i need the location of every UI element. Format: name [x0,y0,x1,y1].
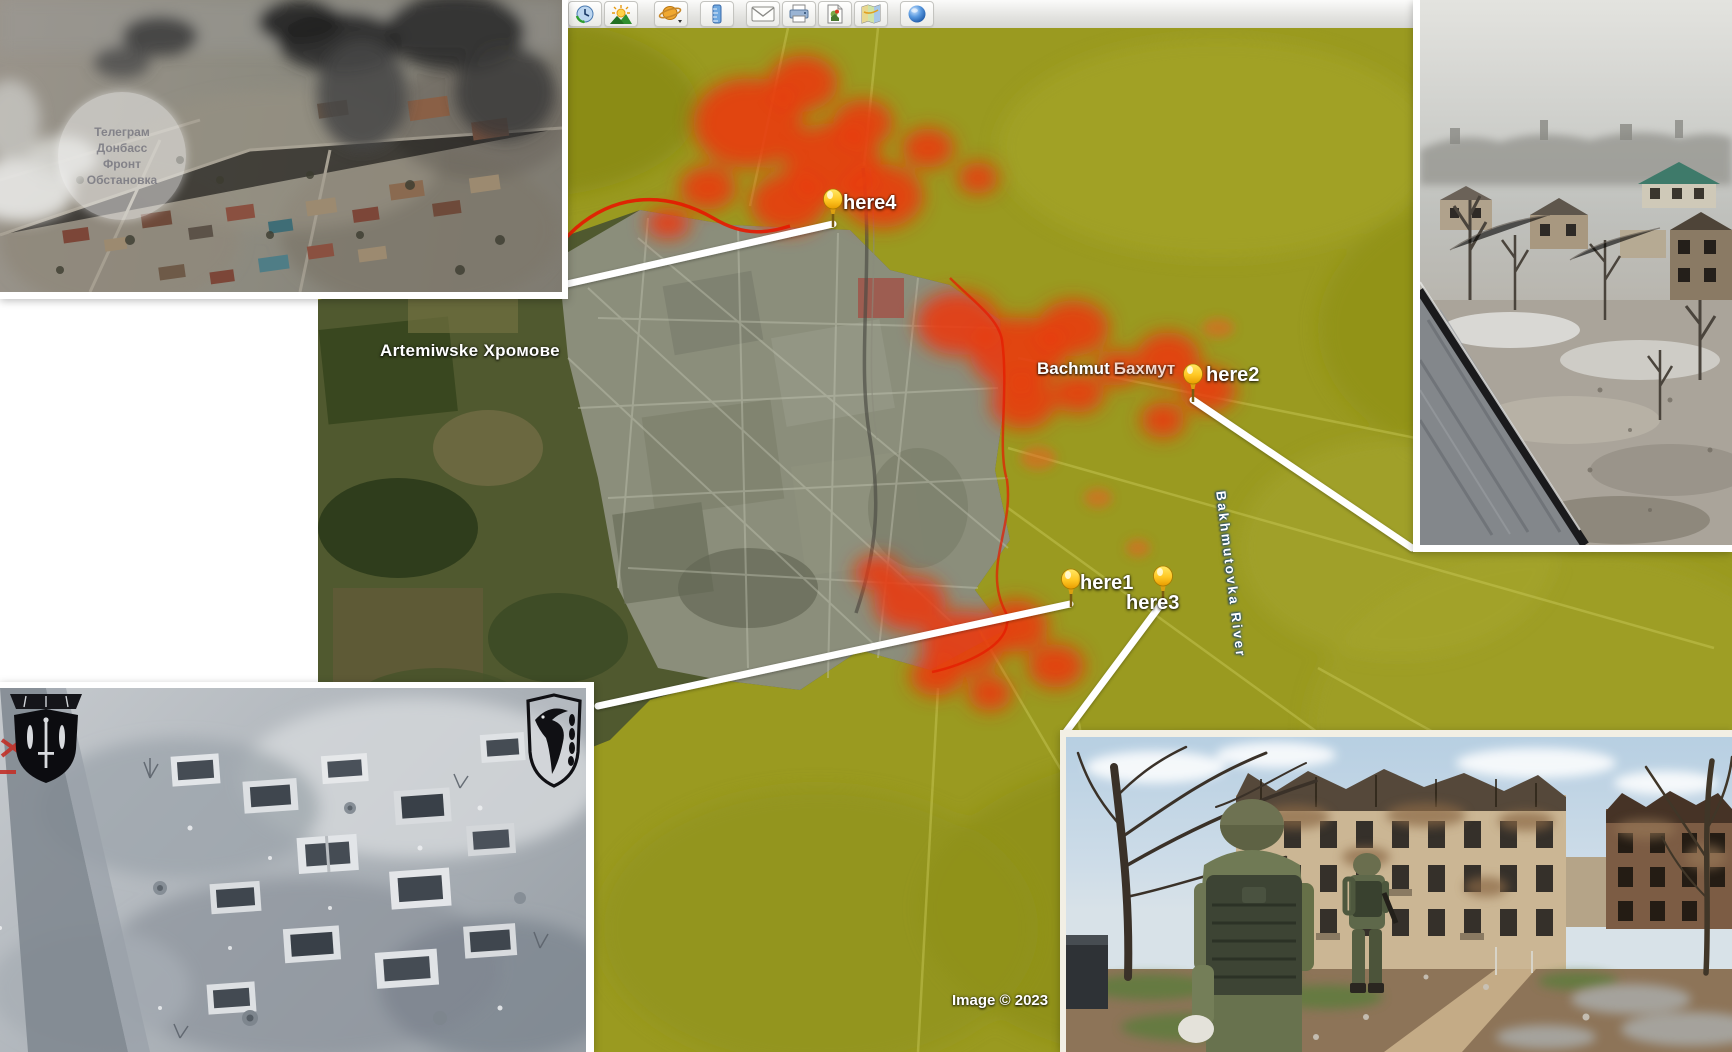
watermark-line: Донбасс [97,140,148,156]
historical-imagery-button[interactable] [568,1,602,27]
pushpin-here2[interactable] [1180,362,1206,404]
ruler-button[interactable] [700,1,734,27]
planets-icon [658,4,684,24]
photo-aerial-city-smoke: Телеграм Донбасс Фронт Обстановка [0,0,568,299]
military-emblem-sword-shield-icon [6,692,86,784]
city-name-ua: Бахмут [1114,359,1175,378]
city-name-en: Bachmut [1037,359,1110,378]
photo-ruined-town-panorama [1413,0,1732,552]
watermark-line: Телеграм [94,124,149,140]
photo-aerial-destroyed-village [0,682,594,1052]
pin-label-here3[interactable]: here3 [1126,592,1179,615]
email-icon [751,5,775,23]
globe-button[interactable] [900,1,934,27]
map-label-settlement: Artemiwske Хромове [380,341,560,361]
email-button[interactable] [746,1,780,27]
watermark-line: Обстановка [87,172,157,188]
pin-label-here4[interactable]: here4 [843,192,896,215]
planets-button[interactable] [654,1,688,27]
imagery-credit: Image © 2023 [952,992,1048,1009]
military-emblem-eagle-shield-icon [522,690,586,790]
globe-icon [907,4,927,24]
map-label-city: BachmutБахмут [1037,359,1175,379]
print-icon [788,4,810,24]
collage-canvas: Artemiwske Хромове BachmutБахмут Bakhmut… [0,0,1732,1052]
photo-c-artwork [0,688,586,1052]
pin-label-here2[interactable]: here2 [1206,364,1259,387]
photo-soldiers-ruined-building [1060,730,1732,1052]
print-button[interactable] [782,1,816,27]
save-image-button[interactable] [818,1,852,27]
view-in-maps-button[interactable] [854,1,888,27]
historical-imagery-icon [574,4,596,24]
photo-b-artwork [1420,0,1732,545]
photo-d-artwork [1066,737,1732,1052]
watermark-line: Фронт [103,156,141,172]
view-in-maps-icon [860,4,882,24]
ruler-icon [711,4,723,24]
sunlight-icon [610,4,632,24]
sunlight-button[interactable] [604,1,638,27]
telegram-watermark: Телеграм Донбасс Фронт Обстановка [58,92,186,220]
save-image-icon [825,4,845,24]
